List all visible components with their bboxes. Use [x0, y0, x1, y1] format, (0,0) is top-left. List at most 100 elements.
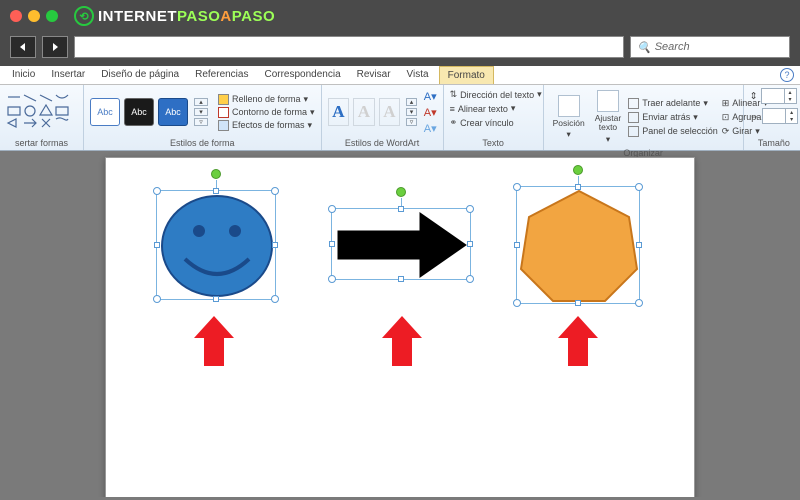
tab-inicio[interactable]: Inicio — [4, 66, 43, 84]
link-icon: ⚭ — [450, 117, 458, 128]
width-input[interactable]: ▴▾ — [762, 108, 798, 124]
send-backward-button[interactable]: Enviar atrás ▾ — [628, 111, 718, 124]
wrap-text-button[interactable]: Ajustar texto▾ — [592, 88, 624, 146]
shape-smiley-selection[interactable] — [156, 190, 276, 300]
group-label: Estilos de WordArt — [328, 136, 437, 148]
resize-handle[interactable] — [466, 275, 474, 283]
group-size: ⇕▴▾ ⇔▴▾ Tamaño — [744, 85, 800, 150]
outline-pen-icon — [218, 107, 229, 118]
ribbon-tab-strip: Inicio Insertar Diseño de página Referen… — [0, 66, 800, 85]
browser-title-bar: ⟲ INTERNETPASOAPASO — [0, 0, 800, 32]
rotation-handle[interactable] — [573, 165, 583, 175]
heptagon-shape[interactable] — [517, 187, 641, 305]
resize-handle[interactable] — [153, 187, 161, 195]
wordart-style-1[interactable]: A — [328, 98, 350, 126]
resize-handle[interactable] — [635, 299, 643, 307]
align-text-button[interactable]: ≡Alinear texto▾ — [450, 102, 516, 115]
back-button[interactable] — [10, 36, 36, 58]
resize-handle[interactable] — [514, 242, 520, 248]
resize-handle[interactable] — [271, 187, 279, 195]
gallery-more[interactable]: ▴▾▿ — [194, 98, 208, 126]
shape-arrow-selection[interactable] — [331, 208, 471, 280]
resize-handle[interactable] — [635, 183, 643, 191]
wrap-icon — [597, 90, 619, 112]
resize-handle[interactable] — [398, 276, 404, 282]
tab-formato[interactable]: Formato — [439, 66, 494, 84]
group-text: ⇅Dirección del texto▾ ≡Alinear texto▾ ⚭C… — [444, 85, 544, 150]
text-fill-button[interactable]: A▾ — [424, 90, 437, 103]
shape-style-1[interactable]: Abc — [90, 98, 120, 126]
position-button[interactable]: Posición▾ — [550, 93, 588, 142]
group-label: Texto — [450, 136, 537, 148]
minimize-window-button[interactable] — [28, 10, 40, 22]
gallery-more[interactable]: ▴▾▿ — [406, 98, 417, 126]
rotate-icon: ⟳ — [722, 126, 730, 137]
resize-handle[interactable] — [154, 242, 160, 248]
resize-handle[interactable] — [575, 184, 581, 190]
resize-handle[interactable] — [398, 206, 404, 212]
bring-forward-button[interactable]: Traer adelante ▾ — [628, 97, 718, 110]
resize-handle[interactable] — [328, 275, 336, 283]
maximize-window-button[interactable] — [46, 10, 58, 22]
resize-handle[interactable] — [575, 300, 581, 306]
callout-arrow-icon — [558, 316, 598, 366]
resize-handle[interactable] — [636, 242, 642, 248]
tab-revisar[interactable]: Revisar — [349, 66, 399, 84]
height-input[interactable]: ▴▾ — [761, 88, 797, 104]
text-effects-button[interactable]: A▾ — [424, 122, 437, 135]
text-outline-button[interactable]: A▾ — [424, 106, 437, 119]
resize-handle[interactable] — [213, 188, 219, 194]
wordart-style-2[interactable]: A — [353, 98, 375, 126]
group-arrange: Posición▾ Ajustar texto▾ Traer adelante … — [544, 85, 744, 150]
text-direction-button[interactable]: ⇅Dirección del texto▾ — [450, 88, 542, 101]
resize-handle[interactable] — [213, 296, 219, 302]
tab-referencias[interactable]: Referencias — [187, 66, 256, 84]
shape-effects-button[interactable]: Efectos de formas ▾ — [218, 119, 315, 132]
shape-fill-button[interactable]: Relleno de forma ▾ — [218, 93, 315, 106]
help-button[interactable]: ? — [780, 68, 794, 82]
tab-insertar[interactable]: Insertar — [43, 66, 93, 84]
shape-heptagon-selection[interactable] — [516, 186, 640, 304]
resize-handle[interactable] — [329, 241, 335, 247]
rotation-handle[interactable] — [396, 187, 406, 197]
forward-icon — [628, 98, 639, 109]
browser-nav-bar: 🔍 Search — [0, 32, 800, 66]
resize-handle[interactable] — [513, 299, 521, 307]
close-window-button[interactable] — [10, 10, 22, 22]
backward-icon — [628, 112, 639, 123]
wordart-style-3[interactable]: A — [379, 98, 401, 126]
resize-handle[interactable] — [328, 205, 336, 213]
arrow-shape[interactable] — [332, 209, 472, 281]
selection-pane-button[interactable]: Panel de selección — [628, 125, 718, 138]
group-icon: ⊡ — [722, 112, 730, 123]
resize-handle[interactable] — [466, 205, 474, 213]
document-workspace — [0, 151, 800, 497]
resize-handle[interactable] — [272, 242, 278, 248]
resize-handle[interactable] — [513, 183, 521, 191]
shape-style-2[interactable]: Abc — [124, 98, 154, 126]
tab-vista[interactable]: Vista — [399, 66, 437, 84]
shapes-icon — [6, 93, 77, 131]
group-wordart: A A A ▴▾▿ A▾ A▾ A▾ Estilos de WordArt — [322, 85, 444, 150]
fill-bucket-icon — [218, 94, 229, 105]
shape-gallery[interactable] — [6, 88, 77, 136]
group-label: Estilos de forma — [90, 136, 315, 148]
tab-correspondencia[interactable]: Correspondencia — [256, 66, 348, 84]
search-input[interactable]: 🔍 Search — [630, 36, 790, 58]
rotation-handle[interactable] — [211, 169, 221, 179]
search-placeholder: Search — [655, 41, 690, 53]
group-label: Tamaño — [750, 136, 799, 148]
tab-diseno[interactable]: Diseño de página — [93, 66, 187, 84]
shape-outline-button[interactable]: Contorno de forma ▾ — [218, 106, 315, 119]
callout-arrow-icon — [194, 316, 234, 366]
resize-handle[interactable] — [153, 295, 161, 303]
align-icon: ⊞ — [722, 98, 730, 109]
create-link-button[interactable]: ⚭Crear vínculo — [450, 116, 514, 129]
shape-style-3[interactable]: Abc — [158, 98, 188, 126]
resize-handle[interactable] — [271, 295, 279, 303]
smiley-shape[interactable] — [157, 191, 277, 301]
url-input[interactable] — [74, 36, 624, 58]
forward-button[interactable] — [42, 36, 68, 58]
resize-handle[interactable] — [467, 241, 473, 247]
page-canvas[interactable] — [105, 157, 695, 497]
